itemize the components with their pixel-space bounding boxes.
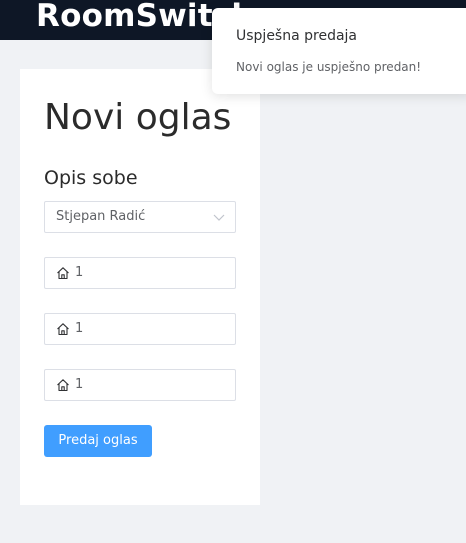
room-input-3-value: 1 bbox=[75, 377, 84, 392]
dorm-select-value: Stjepan Radić bbox=[56, 209, 146, 224]
page-title: Novi oglas bbox=[44, 97, 232, 138]
chevron-down-icon bbox=[213, 214, 225, 221]
room-input-3[interactable]: 1 bbox=[44, 369, 236, 401]
submit-listing-button[interactable]: Predaj oglas bbox=[44, 425, 152, 457]
home-icon bbox=[57, 379, 69, 392]
room-input-1-value: 1 bbox=[75, 265, 84, 280]
room-input-2-value: 1 bbox=[75, 321, 84, 336]
dorm-select[interactable]: Stjepan Radić bbox=[44, 201, 236, 233]
home-icon bbox=[57, 323, 69, 336]
home-icon bbox=[57, 267, 69, 280]
section-title: Opis sobe bbox=[44, 167, 138, 189]
new-listing-card: Novi oglas Opis sobe Stjepan Radić 1 1 1… bbox=[20, 69, 260, 505]
room-input-1[interactable]: 1 bbox=[44, 257, 236, 289]
notification-title: Uspješna predaja bbox=[236, 28, 358, 44]
success-notification: Uspješna predaja Novi oglas je uspješno … bbox=[212, 8, 466, 94]
notification-message: Novi oglas je uspješno predan! bbox=[236, 60, 422, 74]
room-input-2[interactable]: 1 bbox=[44, 313, 236, 345]
